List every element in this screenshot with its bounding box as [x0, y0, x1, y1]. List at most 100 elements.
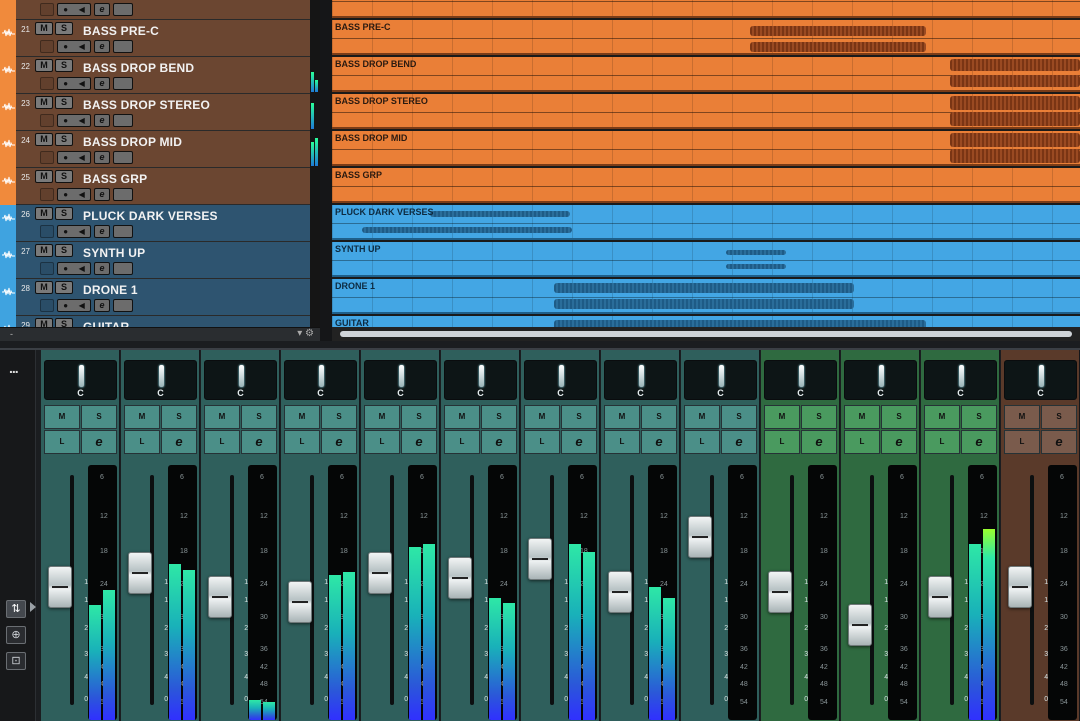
mute-button[interactable]: M	[35, 170, 53, 183]
solo-button[interactable]: S	[55, 207, 73, 220]
edit-channel-button[interactable]: e	[241, 430, 277, 454]
audio-event[interactable]: DRONE 1	[332, 279, 1080, 314]
edit-channel-button[interactable]: e	[1041, 430, 1077, 454]
pan-knob[interactable]	[1039, 365, 1044, 387]
volume-fader[interactable]	[368, 552, 392, 594]
arrange-lane[interactable]: BASS GRP	[332, 168, 1080, 205]
monitor-icon[interactable]: ◀	[79, 153, 85, 162]
record-monitor-buttons[interactable]: ● ◀	[57, 262, 91, 275]
monitor-icon[interactable]: ◀	[79, 116, 85, 125]
listen-button[interactable]: L	[124, 430, 160, 454]
channel-settings-button[interactable]	[40, 188, 54, 201]
record-monitor-buttons[interactable]: ● ◀	[57, 77, 91, 90]
listen-button[interactable]: L	[684, 430, 720, 454]
track-row[interactable]: 22 M S BASS DROP BEND ● ◀ e	[0, 57, 320, 94]
edit-channel-button[interactable]: e	[94, 114, 110, 127]
record-monitor-buttons[interactable]: ● ◀	[57, 225, 91, 238]
volume-fader[interactable]	[928, 576, 952, 618]
mute-button[interactable]: M	[35, 96, 53, 109]
pan-control[interactable]: C	[764, 360, 837, 400]
mute-button[interactable]: M	[35, 133, 53, 146]
monitor-icon[interactable]: ◀	[79, 79, 85, 88]
arrange-lane[interactable]: BASS DROP STEREO	[332, 94, 1080, 131]
mute-button[interactable]: M	[124, 405, 160, 429]
mute-button[interactable]: M	[604, 405, 640, 429]
pan-control[interactable]: C	[204, 360, 277, 400]
arrange-lane[interactable]: DRONE 1	[332, 279, 1080, 316]
monitor-icon[interactable]: ◀	[79, 301, 85, 310]
audio-event[interactable]: BASS DROP STEREO	[332, 94, 1080, 129]
arrange-lane[interactable]: BASS PRE-C	[332, 20, 1080, 57]
track-row[interactable]: 23 M S BASS DROP STEREO ● ◀ e	[0, 94, 320, 131]
pan-control[interactable]: C	[604, 360, 677, 400]
scrollbar-thumb[interactable]	[340, 331, 1072, 337]
solo-button[interactable]: S	[481, 405, 517, 429]
solo-button[interactable]: S	[55, 22, 73, 35]
arrange-lane[interactable]: BASS DROP BEND	[332, 57, 1080, 94]
audio-event[interactable]: SYNTH UP	[332, 242, 1080, 277]
record-icon[interactable]: ●	[63, 42, 68, 51]
arrange-lane[interactable]: BASS DROP MID	[332, 131, 1080, 168]
channel-settings-button[interactable]	[40, 299, 54, 312]
monitor-icon[interactable]: ◀	[79, 42, 85, 51]
record-icon[interactable]: ●	[63, 301, 68, 310]
record-monitor-buttons[interactable]: ● ◀	[57, 151, 91, 164]
mute-button[interactable]: M	[35, 281, 53, 294]
solo-button[interactable]: S	[241, 405, 277, 429]
mute-button[interactable]: M	[35, 318, 53, 327]
expand-arrow-icon[interactable]	[30, 602, 36, 612]
edit-channel-button[interactable]: e	[721, 430, 757, 454]
mixer-menu-icon[interactable]: ...	[9, 360, 19, 376]
edit-channel-button[interactable]: e	[161, 430, 197, 454]
arrange-lane[interactable]: PLUCK DARK VERSES	[332, 205, 1080, 242]
listen-button[interactable]: L	[764, 430, 800, 454]
pan-control[interactable]: C	[844, 360, 917, 400]
pan-control[interactable]: C	[44, 360, 117, 400]
arrange-lane[interactable]: GUITAR	[332, 316, 1080, 327]
listen-button[interactable]: L	[1004, 430, 1040, 454]
mute-button[interactable]: M	[284, 405, 320, 429]
mute-button[interactable]: M	[204, 405, 240, 429]
volume-fader[interactable]	[48, 566, 72, 608]
solo-button[interactable]: S	[55, 170, 73, 183]
record-monitor-buttons[interactable]: ● ◀	[57, 299, 91, 312]
edit-channel-button[interactable]: e	[801, 430, 837, 454]
record-icon[interactable]: ●	[63, 116, 68, 125]
record-icon[interactable]: ●	[63, 153, 68, 162]
channel-settings-button[interactable]	[40, 3, 54, 16]
audio-event[interactable]: GUITAR	[332, 316, 1080, 327]
listen-button[interactable]: L	[204, 430, 240, 454]
volume-fader[interactable]	[128, 552, 152, 594]
pan-knob[interactable]	[479, 365, 484, 387]
edit-channel-button[interactable]: e	[321, 430, 357, 454]
edit-channel-button[interactable]: e	[94, 188, 110, 201]
edit-channel-button[interactable]: e	[641, 430, 677, 454]
audio-event[interactable]: PLUCK DARK VERSES	[332, 205, 1080, 240]
mute-button[interactable]: M	[924, 405, 960, 429]
inserts-icon[interactable]	[113, 40, 133, 53]
audio-event[interactable]: BASS PRE-C	[332, 20, 1080, 55]
listen-button[interactable]: L	[844, 430, 880, 454]
faders-view-icon[interactable]: ⇅	[6, 600, 26, 618]
track-list-menu[interactable]: -	[10, 329, 13, 339]
track-row[interactable]: 26 M S PLUCK DARK VERSES ● ◀ e	[0, 205, 320, 242]
pan-knob[interactable]	[959, 365, 964, 387]
edit-channel-button[interactable]: e	[481, 430, 517, 454]
mute-button[interactable]: M	[1004, 405, 1040, 429]
edit-channel-button[interactable]: e	[961, 430, 997, 454]
solo-button[interactable]: S	[55, 59, 73, 72]
pan-knob[interactable]	[399, 365, 404, 387]
listen-button[interactable]: L	[604, 430, 640, 454]
horizontal-scrollbar[interactable]	[332, 327, 1080, 341]
listen-button[interactable]: L	[924, 430, 960, 454]
solo-button[interactable]: S	[1041, 405, 1077, 429]
solo-button[interactable]: S	[55, 318, 73, 327]
record-monitor-buttons[interactable]: ● ◀	[57, 40, 91, 53]
track-row[interactable]: 28 M S DRONE 1 ● ◀ e	[0, 279, 320, 316]
listen-button[interactable]: L	[44, 430, 80, 454]
listen-button[interactable]: L	[284, 430, 320, 454]
volume-fader[interactable]	[848, 604, 872, 646]
inserts-icon[interactable]	[113, 114, 133, 127]
edit-channel-button[interactable]: e	[94, 225, 110, 238]
edit-channel-button[interactable]: e	[401, 430, 437, 454]
